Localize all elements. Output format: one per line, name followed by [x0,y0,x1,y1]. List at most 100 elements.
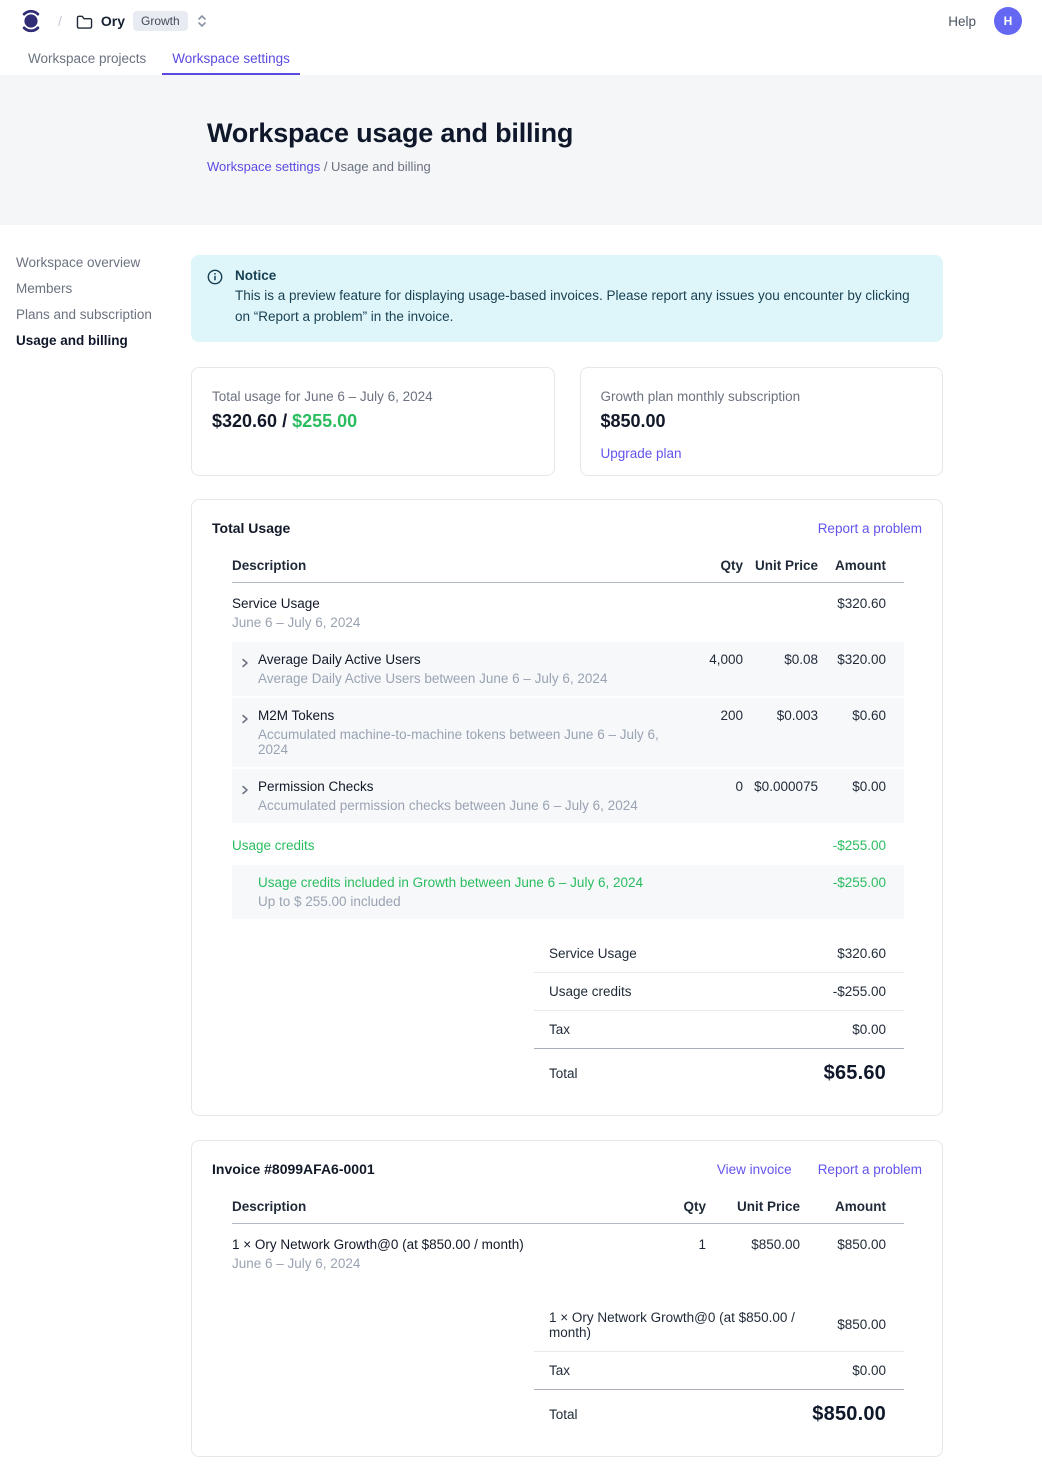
selector-icon [196,13,208,29]
row-subtitle: Accumulated permission checks between Ju… [258,798,638,813]
total-label: Total [549,1407,578,1422]
row-amount: $0.00 [818,779,904,794]
row-amount: -$255.00 [818,875,904,890]
plan-value: $850.00 [601,411,923,432]
col-amount: Amount [818,558,904,573]
total-usage-summary-card: Total usage for June 6 – July 6, 2024 $3… [191,367,555,476]
row-qty: 200 [663,708,743,723]
breadcrumb-separator: / [58,13,62,29]
workspace-switcher[interactable]: Ory Growth [76,11,208,31]
usage-summary: Service Usage $320.60 Usage credits -$25… [534,935,904,1089]
col-description: Description [232,1199,626,1214]
notice-banner: Notice This is a preview feature for dis… [191,255,943,342]
info-icon [207,269,223,328]
summary-total-row: Total $850.00 [534,1390,904,1430]
main-panel: Notice This is a preview feature for dis… [191,255,943,1481]
chevron-right-icon[interactable] [232,658,258,668]
table-row-m2m-tokens[interactable]: M2M Tokens Accumulated machine-to-machin… [232,698,904,767]
total-usage-card-title: Total Usage [212,520,290,536]
row-unit-price: $850.00 [706,1237,800,1252]
total-usage-value: $320.60 / $255.00 [212,411,534,432]
col-qty: Qty [626,1199,706,1214]
summary-total-row: Total $65.60 [534,1049,904,1089]
summary-cards-row: Total usage for June 6 – July 6, 2024 $3… [191,367,943,476]
col-amount: Amount [800,1199,904,1214]
row-unit-price: $0.08 [743,652,818,667]
notice-body: This is a preview feature for displaying… [235,286,925,328]
row-unit-price: $0.000075 [743,779,818,794]
tab-workspace-projects[interactable]: Workspace projects [18,42,156,75]
usage-amount: $320.60 [212,411,277,431]
tab-workspace-settings[interactable]: Workspace settings [162,42,300,75]
total-usage-card-header: Total Usage Report a problem [212,520,922,536]
content-area: Workspace overview Members Plans and sub… [0,225,1042,1481]
row-title: 1 × Ory Network Growth@0 (at $850.00 / m… [232,1237,626,1252]
chevron-right-icon[interactable] [232,714,258,724]
total-value: $65.60 [824,1062,886,1085]
sidebar-item-workspace-overview[interactable]: Workspace overview [16,255,191,271]
sidebar-item-members[interactable]: Members [16,281,191,297]
breadcrumb: Workspace settings / Usage and billing [207,159,1042,174]
invoice-card: Invoice #8099AFA6-0001 View invoice Repo… [191,1140,943,1457]
row-subtitle: Up to $ 255.00 included [258,894,643,909]
col-unit-price: Unit Price [743,558,818,573]
total-usage-card: Total Usage Report a problem Description… [191,499,943,1116]
invoice-summary: 1 × Ory Network Growth@0 (at $850.00 / m… [534,1299,904,1430]
summary-row-service-usage: Service Usage $320.60 [534,935,904,973]
row-title: M2M Tokens [258,708,663,723]
row-subtitle: June 6 – July 6, 2024 [232,615,663,630]
summary-row-tax: Tax $0.00 [534,1352,904,1390]
col-unit-price: Unit Price [706,1199,800,1214]
service-usage-section-row: Service Usage June 6 – July 6, 2024 $320… [232,583,904,642]
page-header: Workspace usage and billing Workspace se… [0,75,1042,225]
row-amount: $320.00 [818,652,904,667]
total-value: $850.00 [812,1403,886,1426]
invoice-card-title: Invoice #8099AFA6-0001 [212,1161,375,1177]
upgrade-plan-link[interactable]: Upgrade plan [601,446,682,461]
usage-separator: / [277,411,292,431]
notice-title: Notice [235,268,925,283]
row-amount: $0.60 [818,708,904,723]
summary-row-tax: Tax $0.00 [534,1011,904,1049]
col-description: Description [232,558,663,573]
row-title: Average Daily Active Users [258,652,607,667]
settings-sidebar: Workspace overview Members Plans and sub… [0,255,191,1481]
sidebar-item-plans-and-subscription[interactable]: Plans and subscription [16,307,191,323]
breadcrumb-current: / Usage and billing [324,159,431,174]
service-usage-desc: Service Usage June 6 – July 6, 2024 [232,596,663,630]
help-link[interactable]: Help [948,14,976,29]
table-row-permission-checks[interactable]: Permission Checks Accumulated permission… [232,769,904,823]
page-title: Workspace usage and billing [207,118,1042,149]
top-bar: / Ory Growth Help H [0,0,1042,42]
notice-content: Notice This is a preview feature for dis… [235,268,925,328]
row-amount: $320.60 [818,596,904,611]
row-title: Service Usage [232,596,663,611]
report-problem-link[interactable]: Report a problem [818,521,922,536]
breadcrumb-link-workspace-settings[interactable]: Workspace settings [207,159,320,174]
row-subtitle: June 6 – July 6, 2024 [232,1256,626,1271]
invoice-table-header: Description Qty Unit Price Amount [232,1195,904,1224]
invoice-card-header: Invoice #8099AFA6-0001 View invoice Repo… [212,1161,922,1177]
table-row-average-daily-active-users[interactable]: Average Daily Active Users Average Daily… [232,642,904,696]
ory-logo-icon[interactable] [20,8,42,35]
view-invoice-link[interactable]: View invoice [717,1162,792,1177]
row-amount: $850.00 [800,1237,904,1252]
usage-table: Description Qty Unit Price Amount Servic… [232,554,904,919]
row-title: Usage credits included in Growth between… [258,875,643,890]
row-subtitle: Average Daily Active Users between June … [258,671,607,686]
row-title: Usage credits [232,838,663,853]
workspace-name: Ory [101,13,125,29]
row-qty: 1 [626,1237,706,1252]
summary-row-usage-credits: Usage credits -$255.00 [534,973,904,1011]
row-subtitle: Accumulated machine-to-machine tokens be… [258,727,663,757]
row-qty: 4,000 [663,652,743,667]
user-avatar[interactable]: H [994,7,1022,35]
tab-bar: Workspace projects Workspace settings [0,42,1042,75]
total-usage-label: Total usage for June 6 – July 6, 2024 [212,389,534,404]
sidebar-item-usage-and-billing[interactable]: Usage and billing [16,333,191,349]
row-amount: -$255.00 [818,838,904,853]
report-problem-link[interactable]: Report a problem [818,1162,922,1177]
chevron-right-icon[interactable] [232,785,258,795]
summary-row-plan: 1 × Ory Network Growth@0 (at $850.00 / m… [534,1299,904,1352]
invoice-table: Description Qty Unit Price Amount 1 × Or… [232,1195,904,1283]
